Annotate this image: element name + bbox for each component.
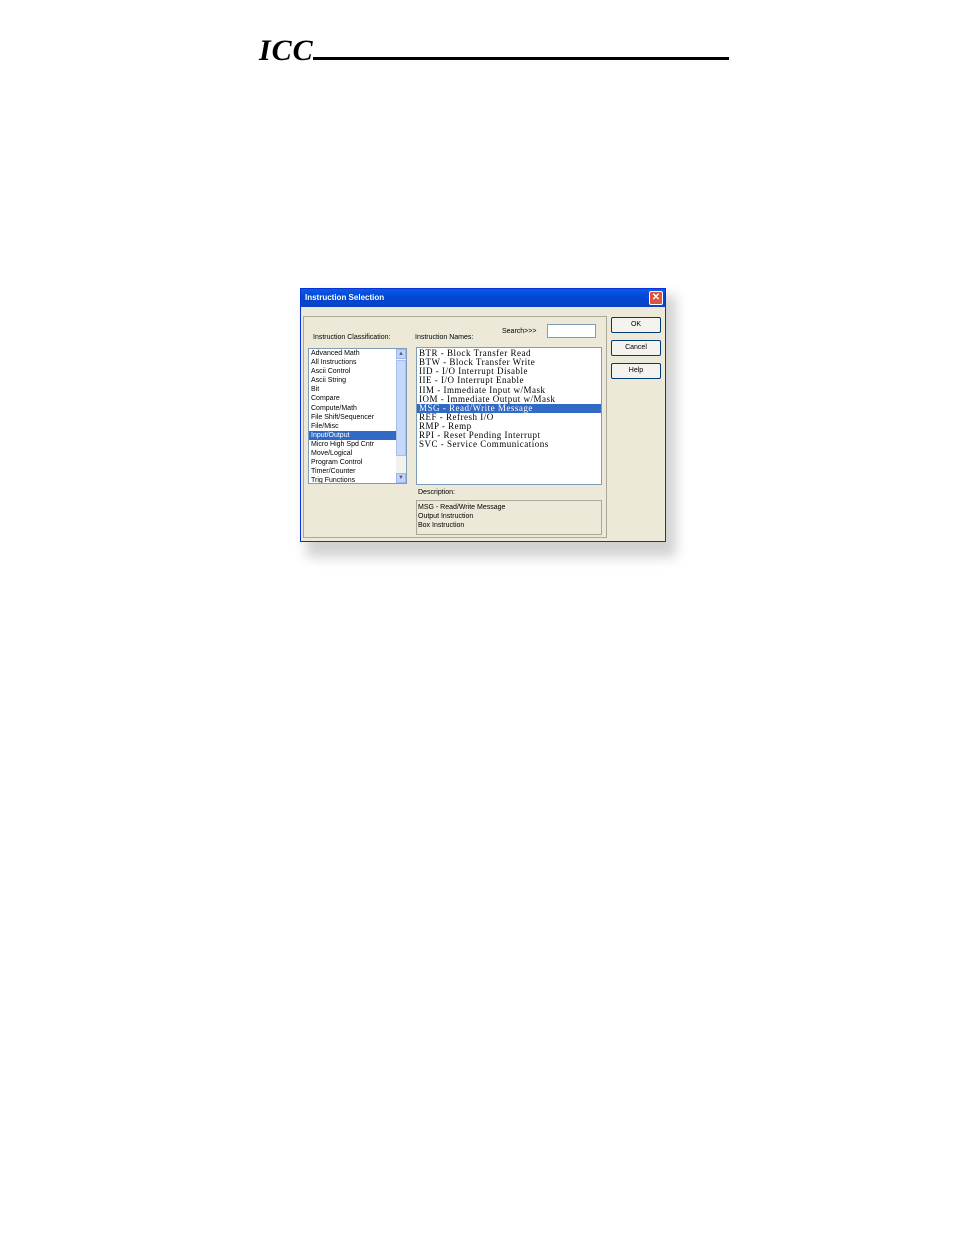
classification-item[interactable]: File Shift/Sequencer xyxy=(309,413,406,422)
icc-logo: ICC xyxy=(259,34,314,67)
classification-item[interactable]: Micro High Spd Cntr xyxy=(309,440,406,449)
classification-item[interactable]: Compare xyxy=(309,394,406,403)
classification-item[interactable]: Move/Logical xyxy=(309,449,406,458)
scroll-down-button[interactable]: ▼ xyxy=(396,473,406,483)
header-rule xyxy=(313,57,729,60)
dialog-titlebar[interactable]: Instruction Selection ✕ xyxy=(301,289,665,307)
description-label: Description: xyxy=(418,489,455,496)
description-line: Output Instruction xyxy=(418,513,474,520)
classification-scrollbar[interactable]: ▲ ▼ xyxy=(396,349,406,483)
close-icon: ✕ xyxy=(651,292,661,303)
classification-item[interactable]: Bit xyxy=(309,385,406,394)
instruction-names-list[interactable]: BTR - Block Transfer Read BTW - Block Tra… xyxy=(416,347,602,485)
classification-item[interactable]: File/Misc xyxy=(309,422,406,431)
instruction-item[interactable]: SVC - Service Communications xyxy=(417,440,601,449)
help-button[interactable]: Help xyxy=(611,363,661,379)
instruction-names-label: Instruction Names: xyxy=(415,334,474,341)
scroll-thumb[interactable] xyxy=(396,360,406,456)
cancel-button[interactable]: Cancel xyxy=(611,340,661,356)
search-label: Search>>> xyxy=(502,328,537,335)
classification-item[interactable]: All Instructions xyxy=(309,358,406,367)
search-input[interactable] xyxy=(547,324,596,338)
chevron-up-icon: ▲ xyxy=(398,351,404,357)
classification-item[interactable]: Trig Functions xyxy=(309,476,406,483)
classification-item[interactable]: Ascii Control xyxy=(309,367,406,376)
chevron-down-icon: ▼ xyxy=(398,475,404,481)
close-button[interactable]: ✕ xyxy=(649,291,663,305)
dialog-title: Instruction Selection xyxy=(305,293,385,302)
description-line: MSG - Read/Write Message xyxy=(418,504,506,511)
instruction-selection-dialog: Instruction Selection ✕ Instruction Clas… xyxy=(300,288,666,542)
scroll-up-button[interactable]: ▲ xyxy=(396,349,406,359)
classification-item[interactable]: Compute/Math xyxy=(309,404,406,413)
classification-item[interactable]: Ascii String xyxy=(309,376,406,385)
classification-item[interactable]: Advanced Math xyxy=(309,349,406,358)
classification-item[interactable]: Program Control xyxy=(309,458,406,467)
description-line: Box Instruction xyxy=(418,522,465,529)
description-box: MSG - Read/Write Message Output Instruct… xyxy=(416,500,602,535)
classification-label: Instruction Classification: xyxy=(313,334,391,341)
classification-list[interactable]: Advanced Math All Instructions Ascii Contr… xyxy=(308,348,407,484)
classification-item[interactable]: Timer/Counter xyxy=(309,467,406,476)
classification-item[interactable]: Input/Output xyxy=(309,430,406,440)
ok-button[interactable]: OK xyxy=(611,317,661,333)
